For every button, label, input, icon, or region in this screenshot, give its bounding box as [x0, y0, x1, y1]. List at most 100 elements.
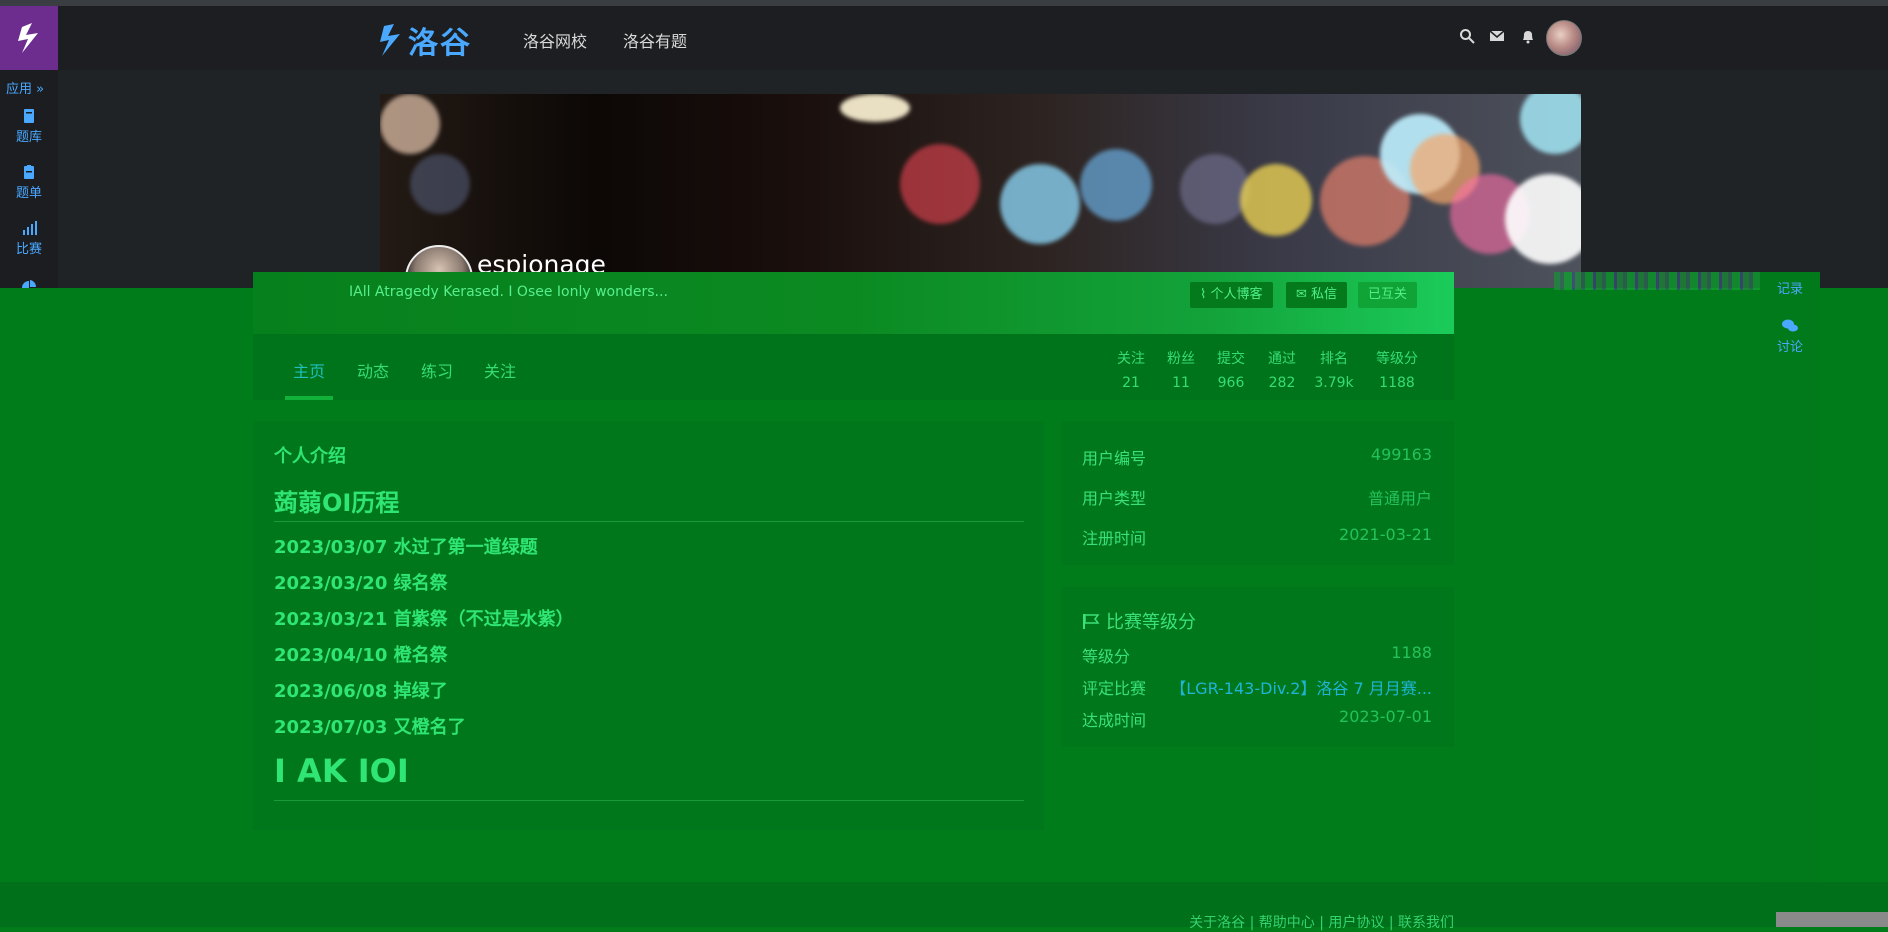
bokeh-light [840, 94, 910, 122]
intro-title: 个人介绍 [274, 446, 346, 467]
stat-label: 排名 [1320, 351, 1348, 367]
stat-accepted[interactable]: 通过 282 [1261, 348, 1303, 391]
footer-links[interactable]: 关于洛谷 | 帮助中心 | 用户协议 | 联系我们 [1189, 912, 1454, 932]
rating-title-label: 比赛等级分 [1106, 612, 1196, 633]
follow-button[interactable]: 已互关 [1358, 282, 1418, 308]
sidebar-item-label: 题单 [15, 186, 42, 201]
stat-label: 等级分 [1376, 351, 1418, 367]
flag-icon [1083, 614, 1100, 629]
info-key: 用户编号 [1082, 449, 1147, 468]
rating-value: 1188 [1391, 643, 1432, 662]
sidebar-item-contests[interactable]: 比赛 [0, 220, 58, 257]
divider [274, 521, 1024, 522]
brand-logo[interactable]: 洛谷 [378, 18, 472, 62]
luogu-logo-icon [18, 23, 38, 53]
stat-label: 通过 [1268, 351, 1296, 367]
stat-value: 1188 [1379, 375, 1415, 391]
intro-log-item: 2023/04/10 橙名祭 [274, 645, 448, 666]
bar-chart-icon [23, 221, 37, 235]
stat-value: 21 [1122, 375, 1140, 391]
clipboard-icon [24, 165, 34, 179]
stat-value: 3.79k [1314, 375, 1354, 391]
top-navbar [58, 6, 1888, 70]
right-nav-label: 记录 [1776, 282, 1803, 297]
stat-followers[interactable]: 粉丝 11 [1160, 348, 1202, 391]
profile-motto: IAll Atragedy Kerased. I Osee Ionly wond… [349, 284, 668, 300]
stat-label: 粉丝 [1167, 351, 1195, 367]
info-value: 普通用户 [1367, 489, 1432, 508]
stat-label: 提交 [1217, 351, 1245, 367]
info-value: 2021-03-21 [1339, 525, 1432, 544]
rating-key: 评定比赛 [1082, 679, 1147, 698]
user-avatar[interactable] [1546, 20, 1582, 56]
stat-rank[interactable]: 排名 3.79k [1313, 348, 1355, 391]
info-key: 注册时间 [1082, 529, 1147, 548]
sidebar-item-lists[interactable]: 题单 [0, 164, 58, 201]
bokeh-light [1000, 164, 1080, 244]
right-nav-records[interactable]: 记录 [1760, 278, 1820, 297]
bell-icon[interactable] [1520, 28, 1536, 44]
search-icon[interactable] [1459, 28, 1475, 44]
stat-value: 966 [1217, 375, 1245, 391]
intro-log-item: 2023/03/20 绿名祭 [274, 573, 448, 594]
bokeh-light [1240, 164, 1312, 236]
tab-activity[interactable]: 动态 [357, 358, 389, 382]
brand-name: 洛谷 [408, 26, 472, 61]
tab-practice[interactable]: 练习 [421, 358, 453, 382]
rating-value: 2023-07-01 [1339, 707, 1432, 726]
sidebar-item-label: 题库 [15, 130, 42, 145]
envelope-icon: ✉ [1296, 287, 1307, 302]
bokeh-light [1520, 94, 1581, 154]
sidebar-item-label: 比赛 [15, 242, 42, 257]
info-value: 499163 [1370, 445, 1432, 464]
active-tab-indicator [285, 396, 333, 400]
bokeh-light [1080, 149, 1152, 221]
rating-contest-link[interactable]: 【LGR-143-Div.2】洛谷 7 月月赛... [1170, 675, 1432, 699]
right-nav-strip [1760, 272, 1820, 912]
stat-following[interactable]: 关注 21 [1110, 348, 1152, 391]
blog-button-label: 个人博客 [1210, 287, 1263, 302]
divider [274, 800, 1024, 801]
tab-home[interactable]: 主页 [293, 358, 325, 382]
right-nav-discuss[interactable]: 讨论 [1760, 318, 1820, 355]
info-key: 用户类型 [1082, 489, 1147, 508]
right-nav-label: 讨论 [1776, 340, 1803, 355]
intro-big-heading: I AK IOI [274, 752, 409, 790]
bokeh-light [380, 94, 440, 154]
intro-log-item: 2023/03/07 水过了第一道绿题 [274, 537, 538, 558]
stat-value: 11 [1172, 375, 1190, 391]
bokeh-light [410, 154, 470, 214]
pie-chart-icon [22, 280, 37, 288]
sidebar-item-problems[interactable]: 题库 [0, 108, 58, 145]
stat-submissions[interactable]: 提交 966 [1210, 348, 1252, 391]
luogu-logo-button[interactable] [0, 6, 58, 70]
nav-link-youti[interactable]: 洛谷有题 [623, 28, 687, 52]
blog-button[interactable]: ⌇ 个人博客 [1190, 282, 1273, 308]
intro-heading: 蒟蒻OI历程 [274, 489, 400, 517]
message-button-label: 私信 [1311, 287, 1338, 302]
stat-rating[interactable]: 等级分 1188 [1367, 348, 1427, 391]
rating-key: 等级分 [1082, 647, 1131, 666]
intro-log-item: 2023/06/08 掉绿了 [274, 681, 448, 702]
bokeh-light [1180, 154, 1250, 224]
nav-link-school[interactable]: 洛谷网校 [523, 28, 587, 52]
brand-mark-icon [380, 24, 400, 56]
sidebar-apps-link[interactable]: 应用 » [6, 78, 44, 97]
rating-title: 比赛等级分 [1082, 608, 1196, 634]
mail-icon[interactable] [1489, 28, 1505, 44]
corner-block [1776, 912, 1888, 927]
bokeh-light [900, 144, 980, 224]
message-button[interactable]: ✉ 私信 [1286, 282, 1348, 308]
intro-log-item: 2023/07/03 又橙名了 [274, 717, 466, 738]
tab-following[interactable]: 关注 [484, 358, 516, 382]
bokeh-light [1505, 174, 1581, 264]
rss-icon: ⌇ [1200, 287, 1207, 302]
footer-band [0, 882, 1888, 927]
chat-icon [1782, 319, 1798, 332]
intro-log-item: 2023/03/21 首紫祭（不过是水紫） [274, 609, 574, 630]
stat-label: 关注 [1117, 351, 1145, 367]
profile-header [253, 272, 1454, 334]
book-icon [24, 109, 34, 123]
stat-value: 282 [1268, 375, 1296, 391]
rating-key: 达成时间 [1082, 711, 1147, 730]
